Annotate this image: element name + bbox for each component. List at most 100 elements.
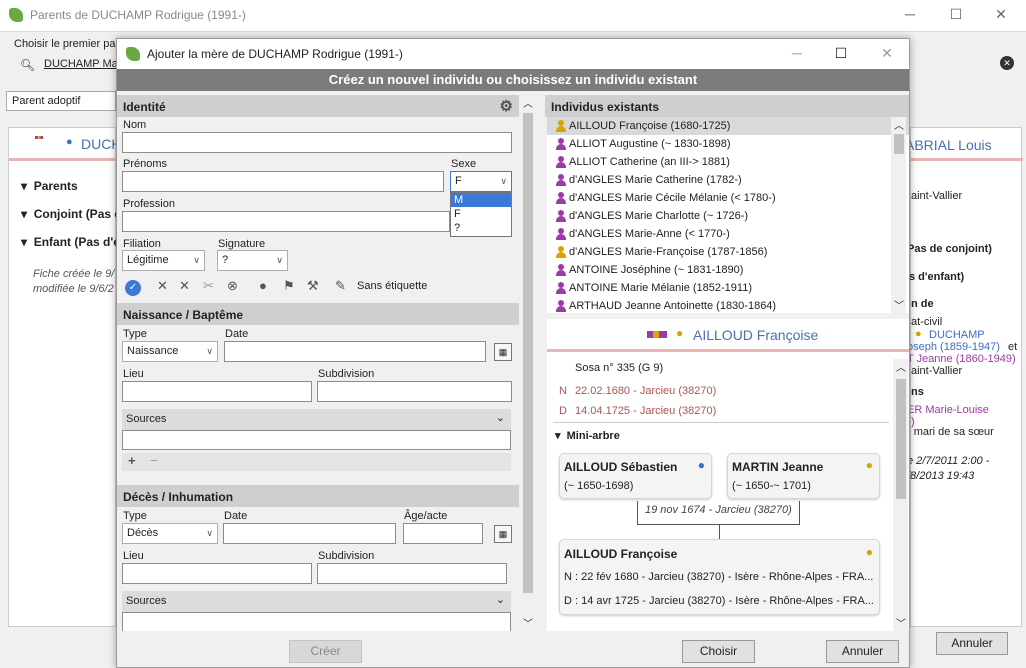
right-line: at-civil bbox=[911, 316, 943, 328]
detail-scrollbar[interactable]: ︿ ﹀ bbox=[893, 359, 908, 631]
calendar-icon[interactable]: ▦ bbox=[494, 525, 512, 543]
pencil-icon[interactable]: ✎ bbox=[335, 278, 346, 294]
birth-subdiv-input[interactable] bbox=[317, 381, 512, 402]
background-left-panel: ● DUCH ▾ Parents ▾ Conjoint (Pas c ▾ Enf… bbox=[8, 127, 121, 627]
death-type-label: Type bbox=[123, 510, 147, 522]
existing-individual-item[interactable]: ANTOINE Marie Mélanie (1852-1911) bbox=[547, 279, 909, 297]
create-button[interactable]: Créer bbox=[289, 640, 362, 663]
prenoms-input[interactable] bbox=[122, 171, 444, 192]
identity-scrollbar[interactable]: ︿ ﹀ bbox=[520, 95, 535, 631]
add-icon[interactable]: + bbox=[128, 453, 136, 468]
existing-individual-item[interactable]: ALLIOT Catherine (an III-> 1881) bbox=[547, 153, 909, 171]
death-section-title: Décès / Inhumation bbox=[123, 490, 234, 504]
left-section-enfant[interactable]: ▾ Enfant (Pas d'e bbox=[21, 235, 117, 249]
maximize-icon[interactable]: ☐ bbox=[946, 6, 966, 26]
sexe-select[interactable]: F ∨ bbox=[450, 171, 512, 192]
minimize-icon[interactable]: ─ bbox=[900, 6, 920, 26]
birth-sources-box[interactable] bbox=[122, 430, 511, 450]
left-section-conjoint[interactable]: ▾ Conjoint (Pas c bbox=[21, 207, 117, 221]
birth-sources-header[interactable]: Sources ⌄ bbox=[122, 409, 511, 430]
gear-icon[interactable]: ⚙ bbox=[500, 97, 513, 115]
profession-input[interactable] bbox=[122, 211, 450, 232]
existing-individual-item[interactable]: ANTOINE Joséphine (~ 1831-1890) bbox=[547, 261, 909, 279]
birth-date-input[interactable] bbox=[224, 341, 486, 362]
scroll-down-icon[interactable]: ﹀ bbox=[523, 615, 533, 630]
clear-search-icon[interactable]: ✕ bbox=[1000, 56, 1014, 70]
scroll-thumb[interactable] bbox=[896, 379, 906, 499]
existing-individual-item[interactable]: ARTHAUD Jeanne Antoinette (1830-1864) bbox=[547, 297, 909, 313]
flag-icon[interactable]: ⚑ bbox=[283, 278, 295, 294]
existing-individual-item[interactable]: d'ANGLES Marie Cécile Mélanie (< 1780-) bbox=[547, 189, 909, 207]
existing-individual-item[interactable]: AILLOUD Françoise (1680-1725) bbox=[547, 117, 909, 135]
death-age-input[interactable] bbox=[403, 523, 483, 544]
remove-icon[interactable]: − bbox=[150, 453, 158, 468]
death-sources-box[interactable] bbox=[122, 612, 511, 631]
scroll-up-icon[interactable]: ︿ bbox=[894, 117, 904, 132]
parent-type-select[interactable]: Parent adoptif bbox=[6, 91, 116, 111]
birth-lieu-input[interactable] bbox=[122, 381, 312, 402]
mother-name: MARTIN Jeanne bbox=[732, 460, 824, 474]
hammer-icon[interactable]: ⚒ bbox=[307, 278, 319, 294]
right-header: ABRIAL Louis bbox=[905, 137, 992, 153]
tag-label[interactable]: Sans étiquette bbox=[357, 280, 427, 292]
mini-tree-toggle[interactable]: ▾ Mini-arbre bbox=[555, 429, 620, 442]
link-icon[interactable]: ✕ bbox=[157, 278, 168, 294]
right-line: et bbox=[1008, 341, 1018, 353]
sexe-option-unknown[interactable]: ? bbox=[451, 221, 511, 235]
close-icon[interactable]: ✕ bbox=[991, 6, 1011, 26]
right-line[interactable]: T Jeanne (1860-1949) bbox=[907, 353, 1016, 365]
scroll-thumb[interactable] bbox=[894, 134, 904, 154]
background-cancel-button[interactable]: Annuler bbox=[936, 632, 1008, 655]
filiation-select[interactable]: Légitime ∨ bbox=[122, 250, 205, 271]
identity-section-header: Identité ⚙ bbox=[117, 95, 519, 117]
existing-individual-item[interactable]: d'ANGLES Marie Catherine (1782-) bbox=[547, 171, 909, 189]
existing-individual-name: ANTOINE Joséphine (~ 1831-1890) bbox=[569, 264, 744, 276]
scroll-up-icon[interactable]: ︿ bbox=[523, 95, 533, 110]
death-sources-header[interactable]: Sources ⌄ bbox=[122, 591, 511, 612]
minimize-icon[interactable]: ─ bbox=[787, 45, 807, 65]
birth-section-header: Naissance / Baptême bbox=[117, 303, 519, 325]
death-age-label: Âge/acte bbox=[404, 510, 448, 522]
person-icon bbox=[555, 228, 566, 240]
scroll-down-icon[interactable]: ﹀ bbox=[894, 297, 904, 312]
existing-individual-item[interactable]: d'ANGLES Marie-Anne (< 1770-) bbox=[547, 225, 909, 243]
self-card[interactable]: AILLOUD Françoise ● N : 22 fév 1680 - Ja… bbox=[559, 539, 880, 615]
mother-card[interactable]: MARTIN Jeanne ● (~ 1650-~ 1701) bbox=[727, 453, 880, 499]
calendar-icon[interactable]: ▦ bbox=[494, 343, 512, 361]
filiation-value: Légitime bbox=[127, 254, 169, 266]
existing-individual-name: d'ANGLES Marie Charlotte (~ 1726-) bbox=[569, 210, 749, 222]
unlink-icon[interactable]: ✕ bbox=[179, 278, 190, 294]
existing-individual-item[interactable]: d'ANGLES Marie-Françoise (1787-1856) bbox=[547, 243, 909, 261]
person-icon: ● bbox=[915, 328, 922, 340]
death-date-input[interactable] bbox=[223, 523, 396, 544]
existing-individual-item[interactable]: ALLIOT Augustine (~ 1830-1898) bbox=[547, 135, 909, 153]
existing-scrollbar[interactable]: ︿ ﹀ bbox=[891, 117, 906, 313]
scroll-up-icon[interactable]: ︿ bbox=[896, 359, 906, 374]
close-icon[interactable]: ✕ bbox=[877, 45, 897, 65]
left-section-parents[interactable]: ▾ Parents bbox=[21, 179, 78, 193]
check-icon[interactable]: ✓ bbox=[125, 280, 141, 296]
death-lieu-input[interactable] bbox=[122, 563, 312, 584]
birth-type-select[interactable]: Naissance ∨ bbox=[122, 341, 218, 362]
choose-button[interactable]: Choisir bbox=[682, 640, 755, 663]
signature-select[interactable]: ? ∨ bbox=[217, 250, 288, 271]
death-subdiv-input[interactable] bbox=[317, 563, 507, 584]
nom-input[interactable] bbox=[122, 132, 512, 153]
sexe-option-m[interactable]: M bbox=[451, 193, 511, 207]
right-line[interactable]: ER Marie-Louise bbox=[907, 404, 989, 416]
cut-icon[interactable]: ✂ bbox=[203, 278, 214, 294]
right-line[interactable]: DUCHAMP bbox=[929, 329, 985, 341]
existing-individual-item[interactable]: d'ANGLES Marie Charlotte (~ 1726-) bbox=[547, 207, 909, 225]
father-card[interactable]: AILLOUD Sébastien ● (~ 1650-1698) bbox=[559, 453, 712, 499]
scroll-thumb[interactable] bbox=[523, 113, 533, 593]
right-line: ns bbox=[911, 386, 924, 398]
person-icon[interactable]: ● bbox=[259, 278, 267, 293]
right-line[interactable]: oseph (1859-1947) bbox=[907, 341, 1000, 353]
right-line: Pas de conjoint) bbox=[907, 243, 992, 255]
scroll-down-icon[interactable]: ﹀ bbox=[896, 615, 906, 630]
cancel-button[interactable]: Annuler bbox=[826, 640, 899, 663]
death-type-select[interactable]: Décès ∨ bbox=[122, 523, 218, 544]
sexe-option-f[interactable]: F bbox=[451, 207, 511, 221]
delete-link-icon[interactable]: ⊗ bbox=[227, 278, 238, 294]
maximize-icon[interactable]: ☐ bbox=[831, 45, 851, 65]
